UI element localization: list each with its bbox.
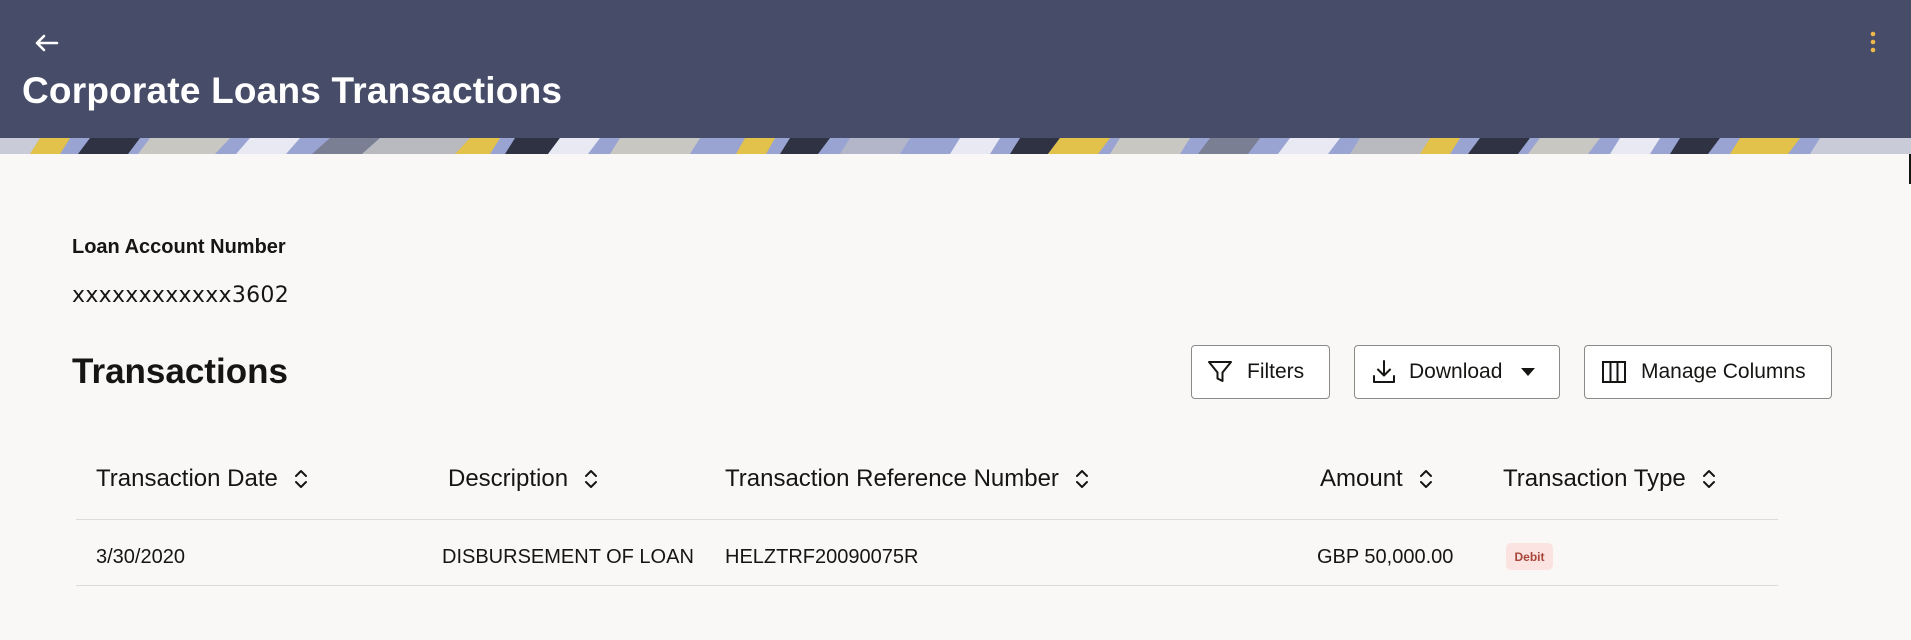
column-header-label: Amount <box>1320 465 1403 492</box>
column-header-label: Transaction Reference Number <box>725 465 1059 492</box>
filters-button[interactable]: Filters <box>1191 345 1330 399</box>
cell-transaction-date: 3/30/2020 <box>96 546 185 568</box>
loan-account-label: Loan Account Number <box>72 236 286 258</box>
column-header-transaction-date[interactable]: Transaction Date <box>96 465 308 493</box>
column-header-label: Description <box>448 465 569 492</box>
manage-columns-label: Manage Columns <box>1641 360 1806 383</box>
page-header: Corporate Loans Transactions <box>0 0 1911 138</box>
filter-icon <box>1208 361 1232 382</box>
kebab-menu-icon <box>1870 31 1876 53</box>
more-options-button[interactable] <box>1863 26 1883 58</box>
decorative-banner <box>0 138 1911 154</box>
sort-icon <box>1075 468 1089 490</box>
sort-icon <box>294 468 308 490</box>
column-header-transaction-reference-number[interactable]: Transaction Reference Number <box>725 465 1089 493</box>
sort-icon <box>1419 468 1433 490</box>
columns-icon <box>1602 361 1626 383</box>
column-header-label: Transaction Type <box>1503 465 1686 492</box>
cell-amount: GBP 50,000.00 <box>1317 546 1454 568</box>
back-button[interactable] <box>28 26 64 60</box>
filters-label: Filters <box>1247 360 1305 383</box>
sort-icon <box>1702 468 1716 490</box>
column-header-amount[interactable]: Amount <box>1320 465 1433 493</box>
sort-icon <box>584 468 598 490</box>
arrow-left-icon <box>35 34 59 52</box>
cell-reference-number: HELZTRF20090075R <box>725 546 919 568</box>
transactions-heading: Transactions <box>72 352 288 391</box>
column-header-transaction-type[interactable]: Transaction Type <box>1503 465 1716 493</box>
app-window: Corporate Loans Transactions Loan Accoun… <box>0 0 1911 640</box>
column-header-description[interactable]: Description <box>448 465 598 493</box>
caret-down-icon <box>1521 368 1536 376</box>
download-label: Download <box>1409 360 1503 383</box>
transaction-type-badge: Debit <box>1506 543 1553 570</box>
table-divider <box>76 585 1778 586</box>
page-title: Corporate Loans Transactions <box>22 70 563 111</box>
download-button[interactable]: Download <box>1354 345 1560 399</box>
manage-columns-button[interactable]: Manage Columns <box>1584 345 1832 399</box>
column-header-label: Transaction Date <box>96 465 278 492</box>
download-icon <box>1373 360 1395 383</box>
table-divider <box>76 519 1778 520</box>
loan-account-number: xxxxxxxxxxxx3602 <box>72 283 290 308</box>
cell-description: DISBURSEMENT OF LOAN <box>442 546 694 568</box>
